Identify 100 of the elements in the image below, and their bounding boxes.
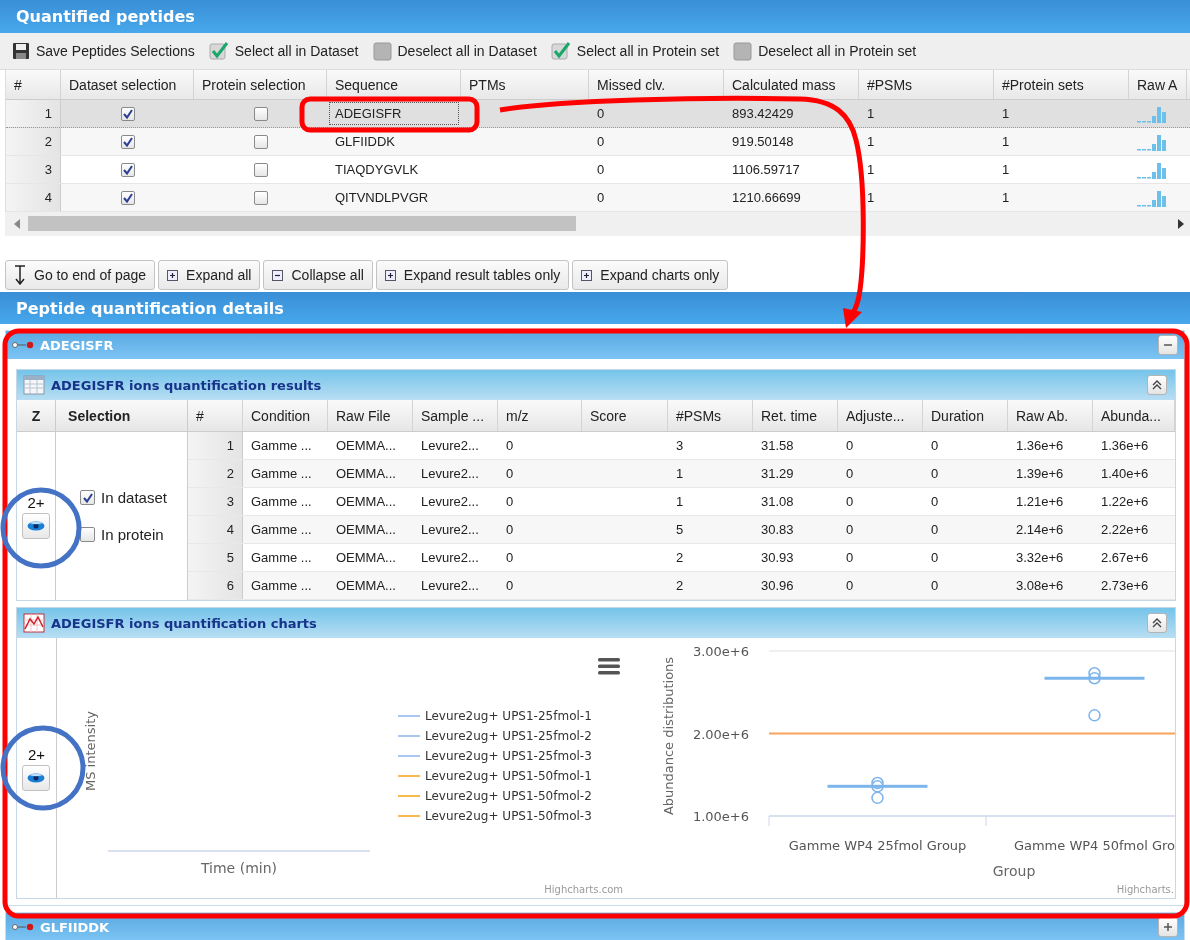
menu-icon[interactable] xyxy=(597,658,620,675)
table-cell-text: Levure2... xyxy=(420,577,480,595)
table-cell-text: 2.14e+6 xyxy=(1015,521,1065,539)
toolbar-button[interactable]: Collapse all xyxy=(263,260,373,290)
horizontal-scrollbar[interactable] xyxy=(5,212,1190,236)
column-header[interactable]: Dataset selection xyxy=(61,70,194,99)
column-header[interactable]: Abunda... xyxy=(1093,400,1175,431)
table-cell-text: 919.50148 xyxy=(731,133,795,151)
table-cell-text: Levure2... xyxy=(420,493,480,511)
table-cell-text: 1.36e+6 xyxy=(1100,437,1150,455)
toolbar-button[interactable]: Go to end of page xyxy=(5,260,156,290)
table-cell-text: Levure2... xyxy=(420,521,480,539)
scroll-right-icon[interactable] xyxy=(1177,219,1185,229)
legend-item[interactable]: Levure2ug+ UPS1-25fmol-1 xyxy=(424,709,592,723)
table-cell-text: 31.08 xyxy=(760,493,795,511)
column-header[interactable]: Z xyxy=(17,400,56,432)
table-cell-text: 0 xyxy=(930,437,940,455)
column-header[interactable]: Ret. time xyxy=(753,400,838,431)
column-header[interactable]: Missed clv. xyxy=(589,70,724,99)
table-cell-text: 0 xyxy=(596,105,606,123)
legend-item[interactable]: Levure2ug+ UPS1-50fmol-1 xyxy=(424,769,592,783)
legend-item[interactable]: Levure2ug+ UPS1-25fmol-2 xyxy=(424,729,592,743)
column-header[interactable]: Raw File xyxy=(328,400,413,431)
scroll-left-icon[interactable] xyxy=(13,219,21,229)
collapse-button[interactable] xyxy=(1158,335,1178,355)
table-cell-text: 5 xyxy=(675,521,685,539)
column-header[interactable]: Raw A xyxy=(1129,70,1187,99)
data-point xyxy=(1088,709,1101,722)
tick-label: 2.00e+6 xyxy=(692,726,749,742)
table-cell-text: 0 xyxy=(930,493,940,511)
column-header[interactable]: Score xyxy=(582,400,668,431)
toolbar-button[interactable]: Save Peptides Selections xyxy=(12,42,195,60)
column-header[interactable]: Calculated mass xyxy=(724,70,859,99)
column-header[interactable]: m/z xyxy=(498,400,582,431)
table-cell-text: OEMMA... xyxy=(335,521,397,539)
table-row[interactable]: 1 ADEGISFR 0 893.42429 1 1 xyxy=(6,100,1190,128)
toolbar-button[interactable]: Deselect all in Dataset xyxy=(372,41,537,61)
collapse-button[interactable] xyxy=(1147,613,1167,633)
checkbox[interactable] xyxy=(120,162,135,177)
checkbox[interactable] xyxy=(253,190,268,205)
toolbar-button[interactable]: Select all in Protein set xyxy=(550,41,720,61)
column-header[interactable]: Adjuste... xyxy=(838,400,923,431)
table-row[interactable]: 4 QITVNDLPVGR 0 1210.66699 1 1 xyxy=(6,184,1190,212)
table-cell-text: 0 xyxy=(596,189,606,207)
column-header[interactable]: #Protein sets xyxy=(994,70,1129,99)
column-header[interactable]: #PSMs xyxy=(859,70,994,99)
column-header[interactable]: Selection xyxy=(56,400,187,432)
checkbox[interactable] xyxy=(253,106,268,121)
toolbar-button[interactable]: Expand result tables only xyxy=(375,260,570,290)
table-cell-text: 3 xyxy=(675,437,685,455)
column-header[interactable]: Protein selection xyxy=(194,70,327,99)
toolbar-button[interactable]: Expand all xyxy=(158,260,261,290)
axis-title: Time (min) xyxy=(200,860,277,876)
toolbar-button[interactable]: Expand charts only xyxy=(572,260,729,290)
checkbox[interactable] xyxy=(120,134,135,149)
checkbox[interactable] xyxy=(120,190,135,205)
column-header[interactable]: # xyxy=(188,400,243,431)
table-cell-text: 0 xyxy=(505,493,515,511)
collapse-button[interactable] xyxy=(1147,375,1167,395)
toolbar-button[interactable]: Select all in Dataset xyxy=(208,41,359,61)
save-icon xyxy=(12,42,30,60)
check-icon xyxy=(550,41,571,61)
table-row[interactable]: 2 GLFIIDDK 0 919.50148 1 1 xyxy=(6,128,1190,156)
column-header[interactable]: Raw Ab. xyxy=(1008,400,1093,431)
node-icon xyxy=(12,923,34,931)
checkbox[interactable] xyxy=(253,134,268,149)
view-button[interactable] xyxy=(22,764,51,791)
checkbox[interactable] xyxy=(80,527,96,542)
column-header[interactable]: PTMs xyxy=(461,70,589,99)
legend-item[interactable]: Levure2ug+ UPS1-50fmol-2 xyxy=(424,789,592,803)
checkbox-option[interactable]: In dataset xyxy=(80,489,187,506)
tick-label: 1.00e+6 xyxy=(692,809,749,824)
row-number: 3 xyxy=(6,156,61,183)
view-button[interactable] xyxy=(22,512,51,539)
plus-box-icon xyxy=(581,269,593,281)
check-icon xyxy=(208,41,229,61)
column-header[interactable]: # xyxy=(6,70,61,99)
column-header[interactable]: Condition xyxy=(243,400,328,431)
row-number: 5 xyxy=(188,544,243,571)
legend-item[interactable]: Levure2ug+ UPS1-50fmol-3 xyxy=(424,809,592,823)
checkbox[interactable] xyxy=(80,490,96,505)
data-point xyxy=(1088,667,1101,680)
double-chevron-up-icon xyxy=(1151,379,1163,391)
expand-button[interactable] xyxy=(1158,917,1178,937)
column-header[interactable]: Sample ... xyxy=(413,400,498,431)
minus-box-icon xyxy=(272,269,284,281)
column-header[interactable]: Sequence xyxy=(327,70,461,99)
column-header[interactable]: Duration xyxy=(923,400,1008,431)
column-header[interactable]: #PSMs xyxy=(668,400,753,431)
table-icon xyxy=(23,375,45,395)
checkbox[interactable] xyxy=(253,162,268,177)
legend-item[interactable]: Levure2ug+ UPS1-25fmol-3 xyxy=(424,749,592,763)
toolbar-button[interactable]: Deselect all in Protein set xyxy=(733,41,917,61)
table-cell-text: 2 xyxy=(675,577,685,595)
data-point xyxy=(871,776,884,790)
table-cell-text: 0 xyxy=(596,161,606,179)
table-cell-text: 0 xyxy=(845,577,855,595)
checkbox[interactable] xyxy=(120,106,135,121)
checkbox-option[interactable]: In protein xyxy=(80,526,187,543)
table-cell-text: 30.96 xyxy=(760,577,795,595)
